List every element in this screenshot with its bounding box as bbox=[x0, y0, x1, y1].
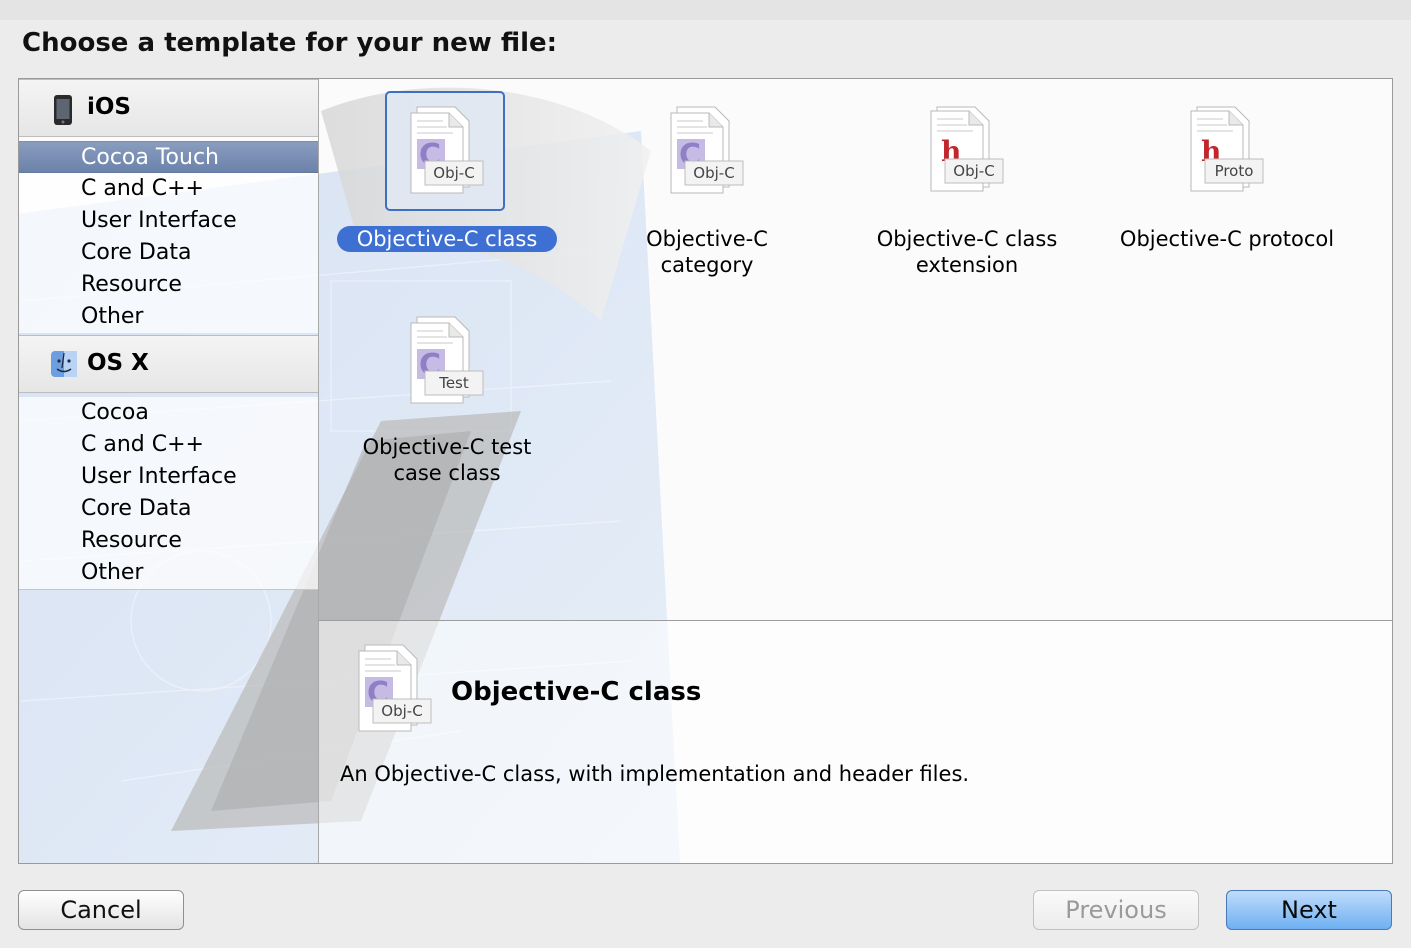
sidebar-header-osx[interactable]: OS X bbox=[19, 335, 318, 393]
sidebar-item-osx-user-interface[interactable]: User Interface bbox=[19, 461, 318, 493]
template-detail-pane: C Obj-C Objective-C class An Objective-C… bbox=[319, 620, 1392, 863]
osx-category-list: Cocoa C and C++ User Interface Core Data… bbox=[19, 397, 318, 589]
next-button[interactable]: Next bbox=[1226, 890, 1392, 930]
objc-category-file-icon: C Obj-C bbox=[670, 106, 744, 194]
template-objc-test-case-class[interactable]: C Test Objective-C test case class bbox=[317, 301, 577, 501]
svg-text:Obj-C: Obj-C bbox=[381, 702, 422, 720]
template-objc-class-extension[interactable]: h Obj-C Objective-C class extension bbox=[837, 91, 1097, 291]
objc-extension-file-icon: h Obj-C bbox=[930, 106, 1004, 192]
svg-text:Obj-C: Obj-C bbox=[953, 162, 994, 180]
sidebar-header-osx-label: OS X bbox=[87, 350, 149, 376]
template-label-line2: case class bbox=[393, 461, 501, 485]
sidebar-item-osx-cocoa[interactable]: Cocoa bbox=[19, 397, 318, 429]
sidebar-header-ios-label: iOS bbox=[87, 94, 132, 120]
dialog-title: Choose a template for your new file: bbox=[22, 28, 558, 58]
template-objc-class[interactable]: C Obj-C Objective-C class bbox=[317, 91, 577, 261]
sidebar-item-ios-core-data[interactable]: Core Data bbox=[19, 237, 318, 269]
template-label: Objective-C class bbox=[317, 226, 577, 252]
sidebar-item-ios-cocoa-touch[interactable]: Cocoa Touch bbox=[19, 141, 318, 173]
iphone-icon bbox=[53, 94, 73, 130]
template-grid: C Obj-C Objective-C class C Obj-C Object… bbox=[319, 79, 1392, 619]
sidebar-item-ios-other[interactable]: Other bbox=[19, 301, 318, 333]
template-label-line2: extension bbox=[915, 253, 1019, 277]
svg-text:Obj-C: Obj-C bbox=[693, 164, 734, 182]
platform-sidebar: iOS Cocoa Touch C and C++ User Interface… bbox=[19, 79, 319, 863]
sidebar-item-ios-user-interface[interactable]: User Interface bbox=[19, 205, 318, 237]
objc-class-file-icon: C Obj-C bbox=[410, 106, 484, 194]
sidebar-header-ios[interactable]: iOS bbox=[19, 79, 318, 137]
sidebar-item-osx-c-and-cpp[interactable]: C and C++ bbox=[19, 429, 318, 461]
template-label-line1: Objective-C test bbox=[362, 435, 532, 459]
template-label-line2: category bbox=[660, 253, 754, 277]
sidebar-item-ios-resource[interactable]: Resource bbox=[19, 269, 318, 301]
svg-text:Proto: Proto bbox=[1215, 162, 1254, 180]
objc-test-file-icon: C Test bbox=[410, 316, 484, 404]
sidebar-divider bbox=[19, 589, 318, 590]
objc-protocol-file-icon: h Proto bbox=[1190, 106, 1264, 192]
sidebar-item-osx-other[interactable]: Other bbox=[19, 557, 318, 589]
template-selection-frame: C Obj-C bbox=[385, 91, 505, 211]
sidebar-item-osx-core-data[interactable]: Core Data bbox=[19, 493, 318, 525]
svg-text:Test: Test bbox=[438, 374, 469, 392]
template-chooser: iOS Cocoa Touch C and C++ User Interface… bbox=[18, 78, 1393, 864]
template-objc-category[interactable]: C Obj-C Objective-C category bbox=[577, 91, 837, 291]
cancel-button[interactable]: Cancel bbox=[18, 890, 184, 930]
detail-description: An Objective-C class, with implementatio… bbox=[340, 762, 970, 786]
previous-button[interactable]: Previous bbox=[1033, 890, 1199, 930]
svg-text:Obj-C: Obj-C bbox=[433, 164, 474, 182]
template-objc-protocol[interactable]: h Proto Objective-C protocol bbox=[1097, 91, 1357, 261]
sidebar-item-ios-c-and-cpp[interactable]: C and C++ bbox=[19, 173, 318, 205]
template-label-line1: Objective-C class bbox=[876, 227, 1058, 251]
detail-title: Objective-C class bbox=[451, 677, 702, 707]
template-label-line1: Objective-C bbox=[646, 227, 768, 251]
finder-icon bbox=[49, 349, 79, 383]
template-label: Objective-C protocol bbox=[1119, 227, 1335, 251]
sidebar-item-osx-resource[interactable]: Resource bbox=[19, 525, 318, 557]
objc-class-file-icon: C Obj-C bbox=[358, 644, 432, 732]
ios-category-list: Cocoa Touch C and C++ User Interface Cor… bbox=[19, 141, 318, 333]
